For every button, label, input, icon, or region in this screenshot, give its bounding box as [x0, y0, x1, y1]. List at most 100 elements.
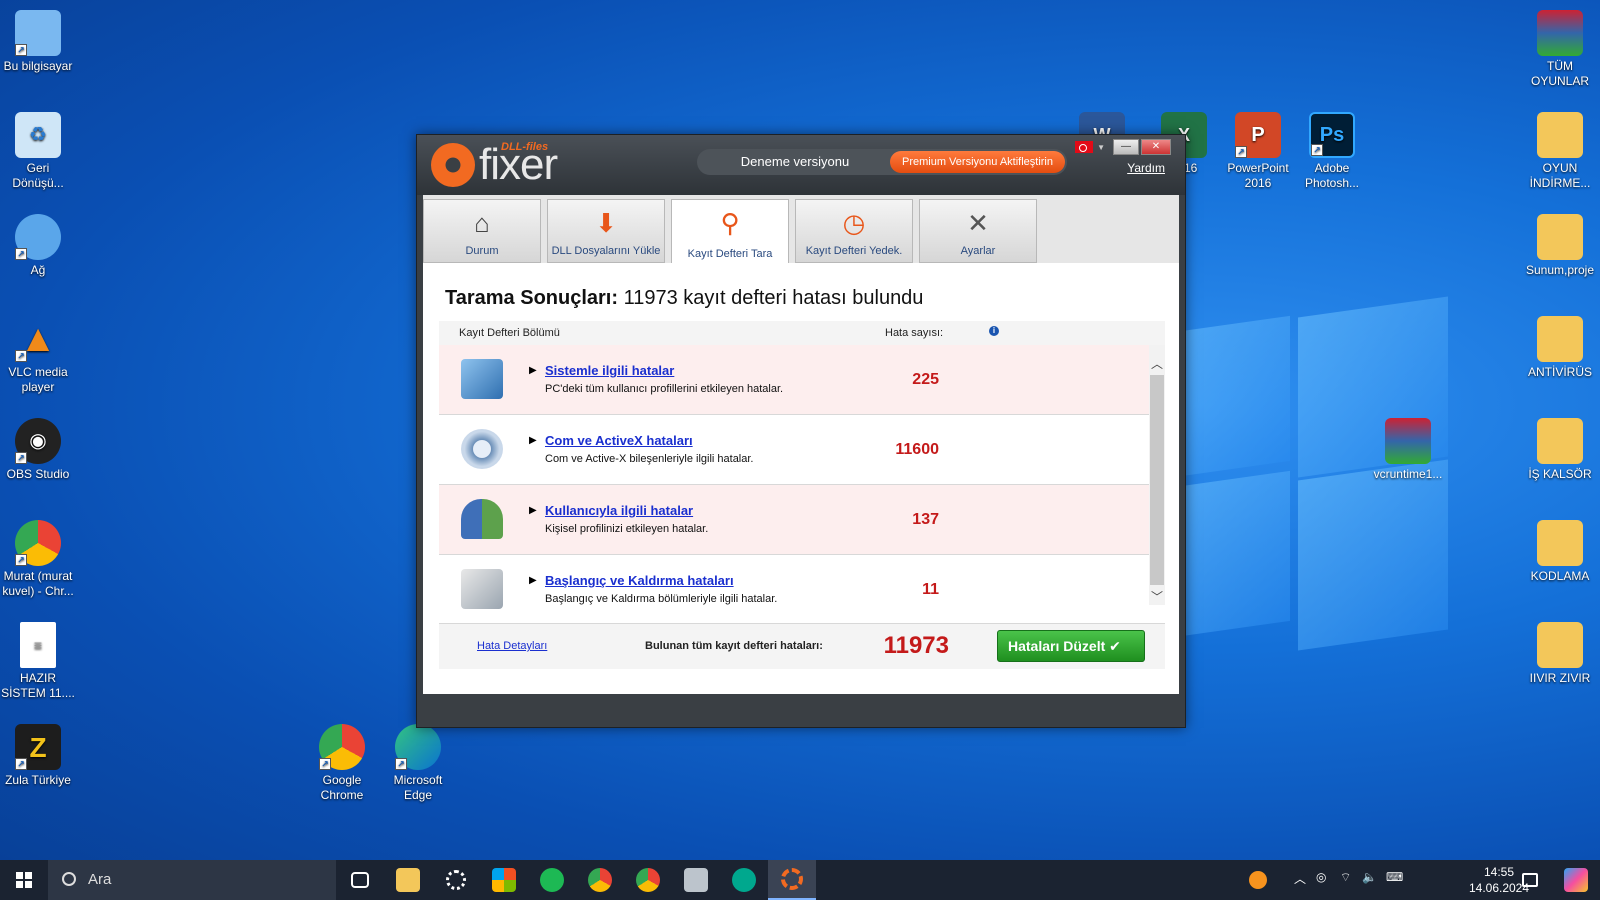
desktop-icon-kodlama[interactable]: KODLAMA: [1522, 520, 1598, 584]
tab-settings[interactable]: ✕ Ayarlar: [919, 199, 1037, 263]
desktop-icon-antivirus[interactable]: ANTİVİRÜS: [1522, 316, 1598, 380]
taskbar-store[interactable]: [480, 860, 528, 900]
desktop-icon-vlc[interactable]: ▲ ↗ VLC media player: [0, 316, 76, 395]
app-icon: [684, 868, 708, 892]
help-menu[interactable]: Yardım: [1127, 161, 1165, 175]
expand-arrow-icon[interactable]: ▶: [529, 575, 537, 586]
taskbar-app[interactable]: [672, 860, 720, 900]
expand-arrow-icon[interactable]: ▶: [529, 435, 537, 446]
result-row-system[interactable]: ▶ Sistemle ilgili hatalar PC'deki tüm ku…: [439, 345, 1149, 415]
start-button[interactable]: [0, 860, 48, 900]
taskbar-file-explorer[interactable]: [384, 860, 432, 900]
kaspersky-icon: [732, 868, 756, 892]
desktop-icon-oyun-indirme[interactable]: OYUN İNDİRME...: [1522, 112, 1598, 191]
wifi-icon[interactable]: ⌔: [1340, 870, 1351, 885]
minimize-button[interactable]: —: [1113, 139, 1139, 155]
folder-icon: [1537, 316, 1583, 362]
folder-icon: [1537, 418, 1583, 464]
taskbar-chrome[interactable]: [576, 860, 624, 900]
chevron-up-icon[interactable]: ︿: [1294, 870, 1306, 887]
webcam-icon[interactable]: ◎: [1316, 870, 1326, 884]
page-title: Tarama Sonuçları: 11973 kayıt defteri ha…: [445, 287, 924, 309]
tab-bar: ⌂ Durum ⬇ DLL Dosyalarını Yükle ⚲ Kayıt …: [423, 195, 1179, 265]
column-section: Kayıt Defteri Bölümü: [459, 327, 560, 339]
result-row-user[interactable]: ▶ Kullanıcıyla ilgili hatalar Kişisel pr…: [439, 485, 1149, 555]
installer-icon: [461, 569, 503, 609]
tab-registry-scan[interactable]: ⚲ Kayıt Defteri Tara: [671, 199, 789, 265]
taskbar-chrome-profile[interactable]: [624, 860, 672, 900]
error-count: 11600: [895, 441, 939, 458]
desktop-icon-recycle-bin[interactable]: ♻ Geri Dönüşü...: [0, 112, 76, 191]
taskbar-dll-fixer[interactable]: [768, 860, 816, 900]
error-count: 225: [912, 371, 939, 388]
desktop-icon-this-pc[interactable]: ↗ Bu bilgisayar: [0, 10, 76, 74]
volume-icon[interactable]: 🔈: [1362, 870, 1377, 884]
info-icon[interactable]: i: [989, 326, 999, 336]
desktop-icon-obs[interactable]: ◉ ↗ OBS Studio: [0, 418, 76, 482]
windows-wallpaper-logo: [1160, 296, 1460, 665]
results-table: Kayıt Defteri Bölümü Hata sayısı: i ▶ Si…: [439, 321, 1165, 669]
users-icon: [461, 499, 503, 539]
desktop-icon-powerpoint[interactable]: P ↗ PowerPoint 2016: [1220, 112, 1296, 191]
total-errors-value: 11973: [883, 632, 949, 659]
desktop-icon-zula[interactable]: Z ↗ Zula Türkiye: [0, 724, 76, 788]
desktop-icon-ivir-zivir[interactable]: IIVIR ZIVIR: [1522, 622, 1598, 686]
activate-premium-button[interactable]: Premium Versiyonu Aktifleştirin: [890, 151, 1065, 173]
obs-icon: ◉ ↗: [15, 418, 61, 464]
scroll-up-icon[interactable]: ︿: [1149, 355, 1165, 372]
keyboard-icon[interactable]: ⌨: [1386, 870, 1403, 884]
scroll-down-icon[interactable]: ﹀: [1149, 588, 1165, 605]
expand-arrow-icon[interactable]: ▶: [529, 365, 537, 376]
gear-icon: [446, 870, 466, 890]
chrome-profile-icon: [636, 868, 660, 892]
desktop-icon-network[interactable]: ↗ Ağ: [0, 214, 76, 278]
taskbar-search[interactable]: Ara: [48, 860, 336, 900]
orange-circle-icon: [1249, 871, 1267, 889]
search-icon: [62, 872, 76, 886]
results-scrollbar[interactable]: ︿ ﹀: [1149, 345, 1165, 605]
result-row-com-activex[interactable]: ▶ Com ve ActiveX hataları Com ve Active-…: [439, 415, 1149, 485]
edge-icon: ↗: [395, 724, 441, 770]
desktop-icon-chrome-profile[interactable]: ↗ Murat (murat kuvel) - Chr...: [0, 520, 76, 599]
taskbar: Ara ︿ ◎ ⌔ 🔈 ⌨ 14:55 14.06.2024: [0, 860, 1600, 900]
taskbar-spotify[interactable]: [528, 860, 576, 900]
scrollbar-thumb[interactable]: [1150, 375, 1164, 585]
turkish-flag-icon[interactable]: [1075, 141, 1094, 153]
error-details-link[interactable]: Hata Detayları: [477, 640, 547, 652]
app-header: fixer DLL-files Deneme versiyonu Premium…: [417, 135, 1185, 195]
chevron-down-icon[interactable]: ▼: [1097, 143, 1105, 152]
task-view-button[interactable]: [336, 860, 384, 900]
store-icon: [492, 868, 516, 892]
desktop-icon-vcruntime[interactable]: vcruntime1...: [1370, 418, 1446, 482]
powerpoint-icon: P ↗: [1235, 112, 1281, 158]
action-center-button[interactable]: [1506, 860, 1554, 900]
clock-backup-icon: ◷: [842, 207, 866, 238]
recycle-bin-icon: ♻: [15, 112, 61, 158]
desktop-icon-sunum-proje[interactable]: Sunum,proje: [1522, 214, 1598, 278]
desktop-icon-is-kalsor[interactable]: İŞ KALSÖR: [1522, 418, 1598, 482]
desktop-icon-edge[interactable]: ↗ Microsoft Edge: [380, 724, 456, 803]
taskbar-settings[interactable]: [432, 860, 480, 900]
folder-icon: [1537, 622, 1583, 668]
tab-install-dll[interactable]: ⬇ DLL Dosyalarını Yükle: [547, 199, 665, 263]
desktop-icon-google-chrome[interactable]: ↗ Google Chrome: [304, 724, 380, 803]
taskbar-kaspersky[interactable]: [720, 860, 768, 900]
results-rows: ▶ Sistemle ilgili hatalar PC'deki tüm ku…: [439, 345, 1165, 623]
task-view-icon: [351, 872, 369, 888]
desktop-icon-photoshop[interactable]: Ps ↗ Adobe Photosh...: [1294, 112, 1370, 191]
close-button[interactable]: ✕: [1141, 139, 1171, 155]
chrome-profile-icon: ↗: [15, 520, 61, 566]
expand-arrow-icon[interactable]: ▶: [529, 505, 537, 516]
tab-status[interactable]: ⌂ Durum: [423, 199, 541, 263]
column-error-count: Hata sayısı:: [885, 327, 944, 339]
folder-icon: [396, 868, 420, 892]
fix-errors-button[interactable]: Hataları Düzelt ✔: [997, 630, 1145, 662]
tab-registry-backup[interactable]: ◷ Kayıt Defteri Yedek.: [795, 199, 913, 263]
spotify-icon: [540, 868, 564, 892]
taskbar-colorful-app[interactable]: [1552, 860, 1600, 900]
tray-notification-orb[interactable]: [1234, 860, 1282, 900]
notification-icon: [1522, 873, 1538, 887]
result-row-startup-uninstall[interactable]: ▶ Başlangıç ve Kaldırma hataları Başlang…: [439, 555, 1149, 623]
desktop-icon-text-file[interactable]: ≡ HAZIR SİSTEM 11....: [0, 622, 76, 701]
desktop-icon-tum-oyunlar[interactable]: TÜM OYUNLAR: [1522, 10, 1598, 89]
